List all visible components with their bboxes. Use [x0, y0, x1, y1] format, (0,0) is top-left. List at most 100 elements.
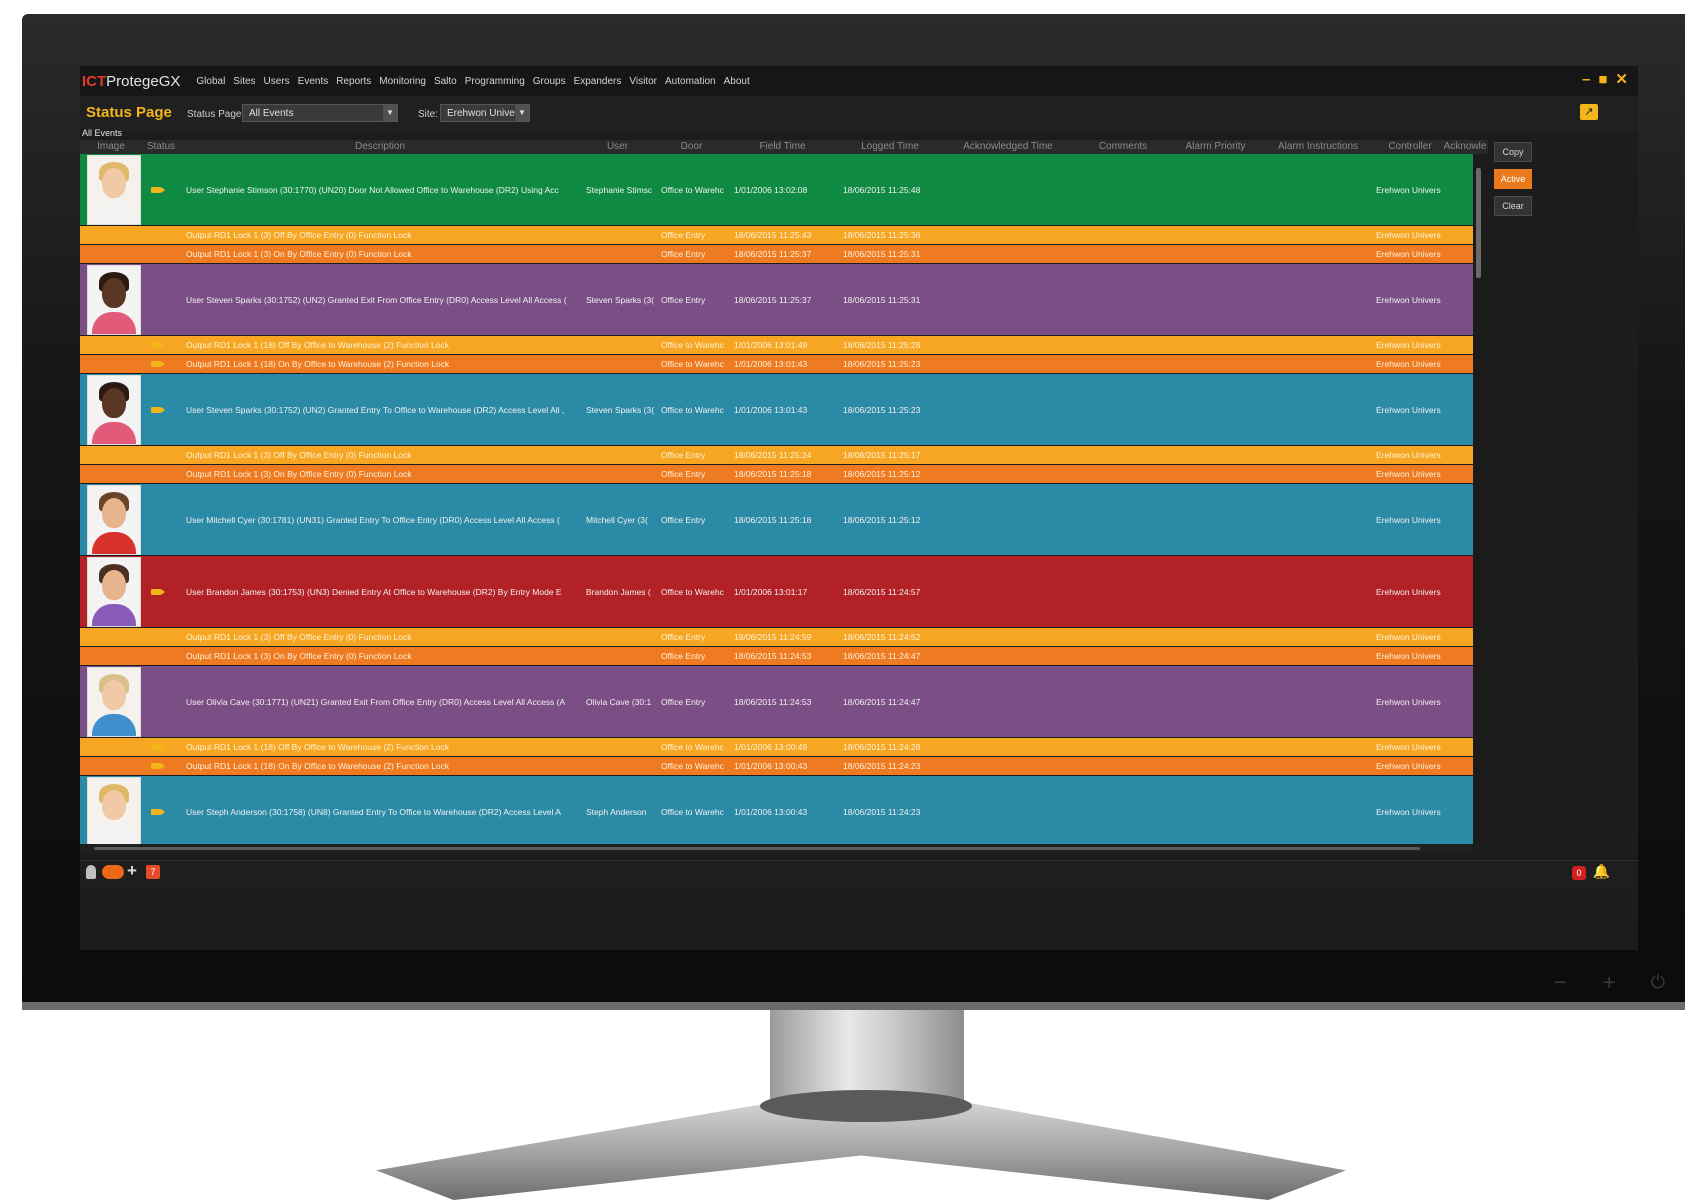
menu-global[interactable]: Global — [196, 76, 225, 87]
scrollbar-thumb[interactable] — [94, 847, 1420, 850]
cell-controller: Erehwon Univers — [1376, 742, 1441, 752]
cell-description: User Steph Anderson (30:1758) (UN8) Gran… — [186, 807, 561, 817]
avatar — [87, 557, 141, 627]
column-header-alarm-instructions[interactable]: Alarm Instructions — [1258, 141, 1378, 152]
table-row[interactable]: User Steven Sparks (30:1752) (UN2) Grant… — [80, 264, 1473, 335]
cell-logged-time: 18/06/2015 11:25:28 — [843, 340, 921, 350]
minimize-icon[interactable]: – — [1582, 72, 1590, 87]
table-row[interactable]: Output RD1 Lock 1 (3) Off By Office Entr… — [80, 446, 1473, 464]
table-row[interactable]: User Olivia Cave (30:1771) (UN21) Grante… — [80, 666, 1473, 737]
copy-button[interactable]: Copy — [1494, 142, 1532, 162]
column-header-controller[interactable]: Controller — [1378, 141, 1442, 152]
column-header-alarm-priority[interactable]: Alarm Priority — [1173, 141, 1258, 152]
menu-expanders[interactable]: Expanders — [574, 76, 622, 87]
table-row[interactable]: User Brandon James (30:1753) (UN3) Denie… — [80, 556, 1473, 627]
camera-icon[interactable] — [151, 809, 165, 815]
user-icon[interactable] — [86, 865, 96, 879]
column-header-acknowle[interactable]: Acknowle — [1442, 141, 1488, 152]
table-row[interactable]: Output RD1 Lock 1 (3) Off By Office Entr… — [80, 628, 1473, 646]
table-row[interactable]: Output RD1 Lock 1 (3) On By Office Entry… — [80, 245, 1473, 263]
bell-icon[interactable]: 🔔 — [1593, 863, 1610, 880]
table-row[interactable]: Output RD1 Lock 1 (18) Off By Office to … — [80, 336, 1473, 354]
table-row[interactable]: User Steven Sparks (30:1752) (UN2) Grant… — [80, 374, 1473, 445]
cell-description: Output RD1 Lock 1 (3) Off By Office Entr… — [186, 450, 412, 460]
table-row[interactable]: User Mitchell Cyer (30:1781) (UN31) Gran… — [80, 484, 1473, 555]
camera-icon[interactable] — [151, 407, 165, 413]
horizontal-scrollbar[interactable] — [80, 844, 1472, 853]
column-header-status[interactable]: Status — [142, 141, 180, 152]
cell-user: Olivia Cave (30:1 — [586, 697, 652, 707]
cell-description: Output RD1 Lock 1 (3) Off By Office Entr… — [186, 632, 412, 642]
plus-icon[interactable]: + — [127, 861, 137, 881]
table-row[interactable]: Output RD1 Lock 1 (18) On By Office to W… — [80, 757, 1473, 775]
menu-events[interactable]: Events — [298, 76, 329, 87]
menu-salto[interactable]: Salto — [434, 76, 457, 87]
camera-icon[interactable] — [151, 342, 165, 348]
cell-controller: Erehwon Univers — [1376, 807, 1441, 817]
column-header-description[interactable]: Description — [180, 141, 580, 152]
table-row[interactable]: Output RD1 Lock 1 (3) Off By Office Entr… — [80, 226, 1473, 244]
menu-programming[interactable]: Programming — [465, 76, 525, 87]
column-header-door[interactable]: Door — [655, 141, 728, 152]
site-label: Site: — [418, 109, 439, 120]
column-header-field-time[interactable]: Field Time — [728, 141, 837, 152]
cell-description: User Olivia Cave (30:1771) (UN21) Grante… — [186, 697, 566, 707]
count-badge[interactable]: 7 — [146, 865, 160, 879]
avatar — [87, 375, 141, 445]
menu-groups[interactable]: Groups — [533, 76, 566, 87]
camera-icon[interactable] — [151, 589, 165, 595]
main-menu: Global Sites Users Events Reports Monitoring S… — [196, 76, 757, 87]
monitor-neck — [770, 1010, 964, 1102]
cell-logged-time: 18/06/2015 11:25:36 — [843, 230, 921, 240]
avatar — [87, 485, 141, 555]
menu-about[interactable]: About — [724, 76, 750, 87]
table-row[interactable]: Output RD1 Lock 1 (3) On By Office Entry… — [80, 465, 1473, 483]
menu-sites[interactable]: Sites — [233, 76, 255, 87]
status-page-select[interactable]: All Events ▼ — [242, 104, 398, 122]
table-row[interactable]: Output RD1 Lock 1 (18) Off By Office to … — [80, 738, 1473, 756]
cell-field-time: 18/06/2015 11:25:24 — [734, 450, 812, 460]
menu-visitor[interactable]: Visitor — [629, 76, 657, 87]
table-row[interactable]: User Steph Anderson (30:1758) (UN8) Gran… — [80, 776, 1473, 844]
column-header-logged-time[interactable]: Logged Time — [837, 141, 943, 152]
column-header-comments[interactable]: Comments — [1073, 141, 1173, 152]
camera-icon[interactable] — [151, 187, 165, 193]
cell-logged-time: 18/06/2015 11:25:23 — [843, 405, 921, 415]
alert-badge[interactable]: 0 — [1572, 866, 1586, 880]
table-row[interactable]: User Stephanie Stimson (30:1770) (UN20) … — [80, 154, 1473, 225]
column-header-image[interactable]: Image — [80, 141, 142, 152]
maximize-icon[interactable]: ■ — [1598, 72, 1607, 87]
vertical-scrollbar[interactable] — [1474, 154, 1484, 844]
cell-field-time: 18/06/2015 11:24:53 — [734, 697, 812, 707]
table-row[interactable]: Output RD1 Lock 1 (3) On By Office Entry… — [80, 647, 1473, 665]
active-button[interactable]: Active — [1494, 169, 1532, 189]
cell-description: User Steven Sparks (30:1752) (UN2) Grant… — [186, 405, 565, 415]
cell-door: Office to Warehc — [661, 742, 724, 752]
close-icon[interactable]: ✕ — [1615, 72, 1628, 87]
menu-automation[interactable]: Automation — [665, 76, 716, 87]
menu-users[interactable]: Users — [264, 76, 290, 87]
avatar — [87, 265, 141, 335]
column-header-acknowledged-time[interactable]: Acknowledged Time — [943, 141, 1073, 152]
cell-user: Mitchell Cyer (3( — [586, 515, 648, 525]
cell-door: Office Entry — [661, 469, 706, 479]
camera-icon[interactable] — [151, 744, 165, 750]
clear-button[interactable]: Clear — [1494, 196, 1532, 216]
site-select[interactable]: Erehwon Univers ▼ — [440, 104, 530, 122]
camera-icon[interactable] — [151, 763, 165, 769]
cell-door: Office Entry — [661, 249, 706, 259]
export-icon[interactable]: ↗ — [1580, 104, 1598, 120]
menu-reports[interactable]: Reports — [336, 76, 371, 87]
cell-logged-time: 18/06/2015 11:24:47 — [843, 697, 921, 707]
camera-icon[interactable] — [151, 361, 165, 367]
cell-controller: Erehwon Univers — [1376, 450, 1441, 460]
scrollbar-thumb[interactable] — [1476, 168, 1481, 278]
window-controls: – ■ ✕ — [1582, 72, 1628, 87]
table-row[interactable]: Output RD1 Lock 1 (18) On By Office to W… — [80, 355, 1473, 373]
cell-door: Office to Warehc — [661, 359, 724, 369]
menu-monitoring[interactable]: Monitoring — [379, 76, 426, 87]
connection-indicator[interactable] — [102, 865, 124, 879]
column-header-user[interactable]: User — [580, 141, 655, 152]
cell-controller: Erehwon Univers — [1376, 230, 1441, 240]
cell-door: Office to Warehc — [661, 340, 724, 350]
